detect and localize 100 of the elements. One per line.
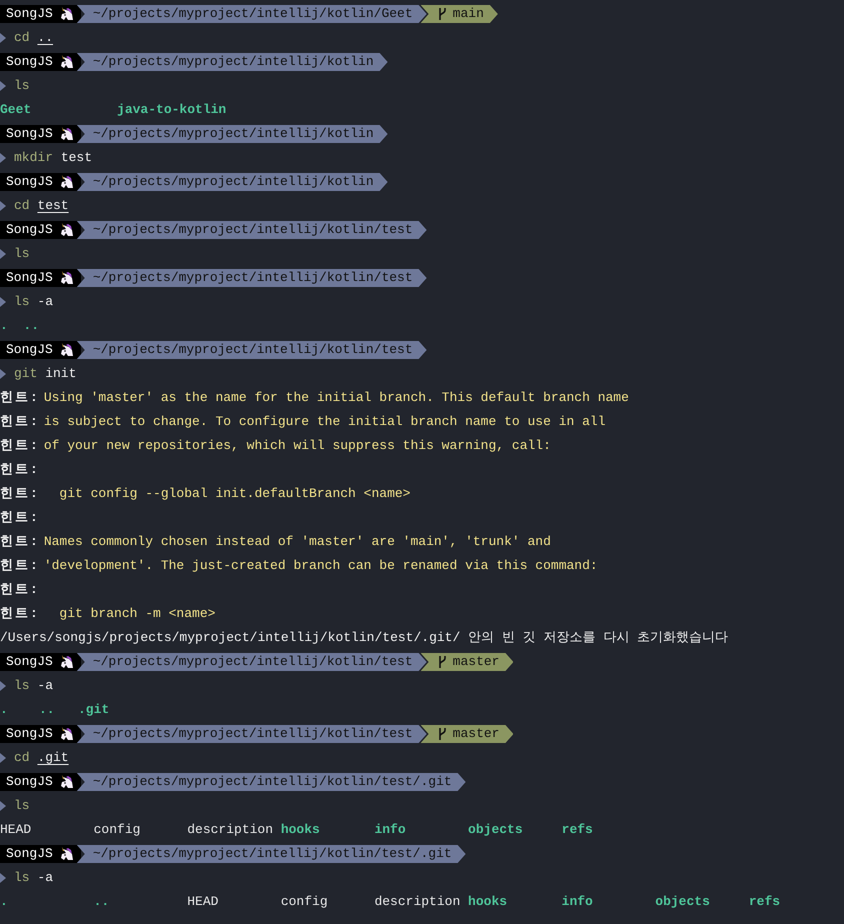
branch-name: master [452, 653, 500, 672]
unicorn-icon [58, 222, 75, 238]
prompt-arrow-icon [0, 681, 6, 691]
directory-name: hooks [468, 894, 508, 910]
directory-name: info [562, 894, 593, 910]
command-argument: .. [37, 29, 54, 48]
unicorn-icon [58, 126, 75, 142]
prompt-arrow-icon [0, 753, 6, 763]
command-name: ls [14, 77, 30, 96]
path-segment: ~/projects/myproject/intellij/kotlin/Geet [76, 5, 427, 23]
prompt-arrow-icon [0, 153, 6, 163]
hint-label: 힌트: [0, 533, 40, 552]
user-name: SongJS [6, 53, 53, 72]
unicorn-icon [58, 654, 75, 670]
directory-name: objects [468, 822, 523, 838]
command-argument: test [37, 197, 69, 216]
directory-name: .. [39, 702, 55, 718]
output-message: /Users/songjs/projects/myproject/intellij/kotlin/test/.git/ 안의 빈 깃 저장소를 다시 초기화했습니다 [0, 629, 728, 648]
path-segment: ~/projects/myproject/intellij/kotlin [76, 53, 388, 71]
path-segment: ~/projects/myproject/intellij/kotlin/test [76, 725, 427, 743]
prompt-arrow-icon [0, 33, 6, 43]
file-name: HEAD [0, 822, 32, 838]
branch-name: master [452, 725, 500, 744]
directory-name: refs [562, 822, 593, 838]
directory-name: objects [655, 894, 710, 910]
command-name: ls [14, 293, 30, 312]
command-argument: test [60, 149, 92, 168]
user-name: SongJS [6, 125, 53, 144]
directory-name: . [0, 702, 8, 718]
hint-label: 힌트: [0, 437, 40, 456]
prompt-arrow-icon [0, 369, 6, 379]
command-name: git [14, 365, 38, 384]
unicorn-icon [58, 54, 75, 70]
prompt-arrow-icon [0, 81, 6, 91]
hint-text: of your new repositories, which will suppress this warning, call: [44, 437, 551, 456]
command-argument: -a [37, 869, 54, 888]
path-segment: ~/projects/myproject/intellij/kotlin/test [76, 653, 427, 671]
unicorn-icon [58, 342, 75, 358]
command-name: ls [14, 245, 30, 264]
unicorn-icon [58, 174, 75, 190]
file-name: description [187, 822, 274, 838]
hint-label: 힌트: [0, 581, 40, 600]
branch-icon [436, 7, 447, 21]
directory-name: refs [748, 894, 780, 910]
directory-name: .git [78, 702, 110, 718]
path-segment: ~/projects/myproject/intellij/kotlin [76, 173, 388, 191]
directory-name: hooks [280, 822, 320, 838]
command-argument: -a [37, 677, 54, 696]
command-name: ls [14, 797, 30, 816]
user-name: SongJS [6, 5, 53, 24]
directory-name: Geet [0, 102, 32, 118]
prompt-arrow-icon [0, 297, 6, 307]
user-name: SongJS [6, 773, 53, 792]
file-name: config [280, 894, 328, 910]
command-name: ls [14, 677, 30, 696]
unicorn-icon [58, 846, 75, 862]
file-name: description [374, 894, 460, 910]
path-segment: ~/projects/myproject/intellij/kotlin/test [76, 269, 427, 287]
path-segment: ~/projects/myproject/intellij/kotlin/test/.git [76, 845, 466, 863]
branch-icon [436, 727, 447, 741]
command-name: cd [14, 197, 30, 216]
user-name: SongJS [6, 221, 53, 240]
directory-name: .. [23, 318, 39, 334]
user-name: SongJS [6, 845, 53, 864]
command-argument: -a [37, 293, 54, 312]
unicorn-icon [58, 774, 75, 790]
prompt-arrow-icon [0, 801, 6, 811]
directory-name: .. [94, 894, 110, 910]
file-name: HEAD [187, 894, 218, 910]
unicorn-icon [58, 726, 75, 742]
user-name: SongJS [6, 269, 53, 288]
hint-label: 힌트: [0, 557, 40, 576]
user-name: SongJS [6, 725, 53, 744]
user-name: SongJS [6, 173, 53, 192]
user-name: SongJS [6, 341, 53, 360]
unicorn-icon [58, 6, 75, 22]
hint-label: 힌트: [0, 389, 40, 408]
hint-text: git branch -m <name> [58, 605, 216, 624]
hint-label: 힌트: [0, 413, 40, 432]
command-name: cd [14, 749, 30, 768]
hint-text: git config --global init.defaultBranch <name> [58, 485, 410, 504]
branch-icon [436, 655, 447, 669]
command-argument: init [45, 365, 76, 384]
hint-text: Names commonly chosen instead of 'master' are 'main', 'trunk' and [44, 533, 551, 552]
directory-name: . [0, 318, 8, 334]
command-name: mkdir [14, 149, 54, 168]
file-name: config [94, 822, 140, 838]
hint-text: 'development'. The just-created branch can be renamed via this command: [44, 557, 598, 576]
path-segment: ~/projects/myproject/intellij/kotlin/test/.git [76, 773, 466, 791]
command-name: cd [14, 29, 30, 48]
unicorn-icon [58, 270, 75, 286]
prompt-arrow-icon [0, 249, 6, 259]
user-name: SongJS [6, 653, 53, 672]
prompt-arrow-icon [0, 873, 6, 883]
path-segment: ~/projects/myproject/intellij/kotlin [76, 125, 388, 143]
hint-label: 힌트: [0, 461, 40, 480]
directory-name: info [374, 822, 406, 838]
command-name: ls [14, 869, 30, 888]
prompt-arrow-icon [0, 201, 6, 211]
directory-name: java-to-kotlin [117, 102, 226, 118]
